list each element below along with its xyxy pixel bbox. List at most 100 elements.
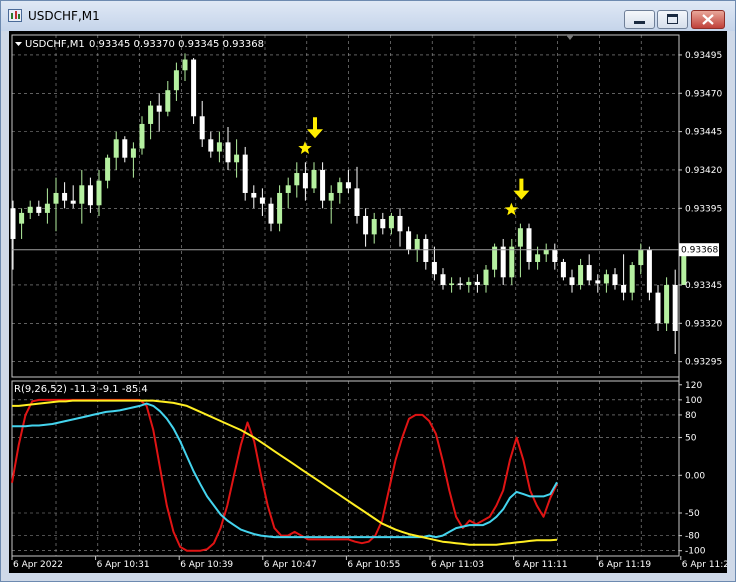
candle-body — [302, 173, 308, 189]
candle-body — [311, 169, 317, 189]
down-arrow-marker-icon — [307, 117, 323, 139]
candle-body — [595, 280, 601, 284]
window-title: USDCHF,M1 — [28, 9, 100, 23]
candle-body — [139, 123, 145, 149]
candle-body — [638, 249, 644, 266]
candle-body — [165, 90, 171, 112]
candle-body — [182, 59, 188, 71]
candle-body — [130, 148, 136, 158]
candle-body — [354, 188, 360, 216]
candle-body — [535, 254, 541, 262]
candle-body — [345, 182, 351, 189]
candle-body — [251, 192, 257, 198]
candle-body — [156, 105, 162, 112]
candle-body — [526, 228, 532, 262]
indicator-tick-label: 0.00 — [685, 471, 705, 481]
chart-area[interactable]: 0.93495 0.93470 0.93445 0.93420 0.93395 0.933… — [9, 31, 735, 573]
candle-body — [208, 139, 214, 152]
title-bar[interactable]: USDCHF,M1 — [1, 1, 735, 31]
candle-body — [337, 182, 343, 193]
candle-body — [440, 274, 446, 285]
candle-body — [294, 173, 300, 186]
candle-body — [388, 215, 394, 229]
star-marker-icon — [298, 141, 312, 154]
price-tick-label: 0.93295 — [685, 358, 722, 368]
candle-body — [19, 212, 25, 224]
candle-body — [320, 169, 326, 201]
candle-body — [457, 283, 463, 285]
candle-body — [234, 154, 240, 163]
current-price-label: 0.93368 — [681, 246, 718, 256]
indicator-pane-frame — [11, 380, 680, 557]
candle-body — [371, 219, 377, 235]
candle-body — [191, 59, 197, 117]
candle-body — [62, 192, 68, 201]
indicator-tick-label: -80 — [685, 532, 700, 542]
price-tick-label: 0.93445 — [685, 128, 722, 138]
candle-body — [431, 261, 437, 275]
chart-ohlc-values: 0.93345 0.93370 0.93345 0.93368 — [89, 39, 264, 50]
indicator-tick-label: -100 — [685, 547, 706, 557]
candle-body — [363, 215, 369, 235]
candle-body — [414, 238, 420, 250]
candle-body — [105, 157, 111, 181]
indicator-tick-label: 100 — [685, 396, 702, 406]
candle-body — [466, 281, 472, 285]
maximize-button[interactable] — [657, 10, 688, 29]
candle-body — [328, 192, 334, 201]
time-tick-label: 6 Apr 11:11 — [515, 560, 568, 570]
time-tick-label: 6 Apr 11:27 — [682, 560, 727, 570]
chart-symbol-label: USDCHF,M1 — [25, 39, 85, 50]
candle-body — [113, 139, 119, 158]
indicator-line-cyan — [12, 402, 558, 539]
candle-body — [474, 281, 480, 285]
candle-body — [225, 142, 231, 163]
close-button[interactable] — [691, 10, 725, 29]
chart-shift-icon[interactable] — [566, 35, 574, 40]
candle-body — [36, 206, 42, 213]
indicator-label: R(9,26,52) -11.3 -9.1 -85.4 — [14, 384, 148, 395]
candle-body — [603, 274, 609, 284]
candle-body — [569, 277, 575, 285]
time-tick-label: 6 Apr 10:39 — [180, 560, 233, 570]
candle-body — [500, 246, 506, 278]
time-tick-label: 6 Apr 2022 — [13, 560, 63, 570]
time-tick-label: 6 Apr 10:55 — [347, 560, 400, 570]
maximize-icon — [667, 14, 678, 24]
minimize-button[interactable] — [624, 10, 655, 29]
indicator-tick-label: 50 — [685, 434, 697, 444]
candle-body — [44, 203, 50, 213]
candle-body — [560, 261, 566, 278]
candle-body — [79, 185, 85, 204]
price-tick-label: 0.93345 — [685, 281, 722, 291]
candle-body — [586, 265, 592, 281]
time-tick-label: 6 Apr 10:31 — [97, 560, 150, 570]
candle-body — [380, 219, 386, 229]
price-tick-label: 0.93470 — [685, 89, 722, 99]
indicator-grid — [12, 381, 679, 556]
chart-canvas[interactable]: 0.93495 0.93470 0.93445 0.93420 0.93395 0.933… — [9, 31, 735, 573]
candle-body — [655, 292, 661, 324]
price-tick-label: 0.93495 — [685, 51, 722, 61]
candle-body — [122, 139, 128, 158]
chart-menu-triangle-icon[interactable] — [15, 42, 22, 46]
candle-body — [70, 200, 76, 204]
candle-body — [664, 284, 670, 324]
time-axis: 6 Apr 2022 6 Apr 10:31 6 Apr 10:39 6 Apr 10… — [11, 556, 735, 570]
chart-window-icon — [8, 9, 22, 22]
candle-body — [397, 215, 403, 232]
candle-body — [10, 208, 16, 239]
candle-body — [406, 231, 412, 250]
candle-body — [543, 249, 549, 255]
candle-body — [621, 284, 627, 293]
candle-body — [285, 185, 291, 193]
close-icon — [702, 14, 714, 25]
time-tick-label: 6 Apr 10:47 — [264, 560, 317, 570]
candle-body — [629, 265, 635, 293]
indicator-axis: 120 100 80 50 0.00 -50 -80 -100 — [679, 381, 706, 557]
time-tick-label: 6 Apr 11:19 — [598, 560, 651, 570]
indicator-tick-label: -50 — [685, 509, 700, 519]
candle-body — [277, 192, 283, 224]
chart-window: USDCHF,M1 0.93495 0.93470 0.93445 0.93420 0.… — [0, 0, 736, 582]
candle-body — [87, 185, 93, 206]
